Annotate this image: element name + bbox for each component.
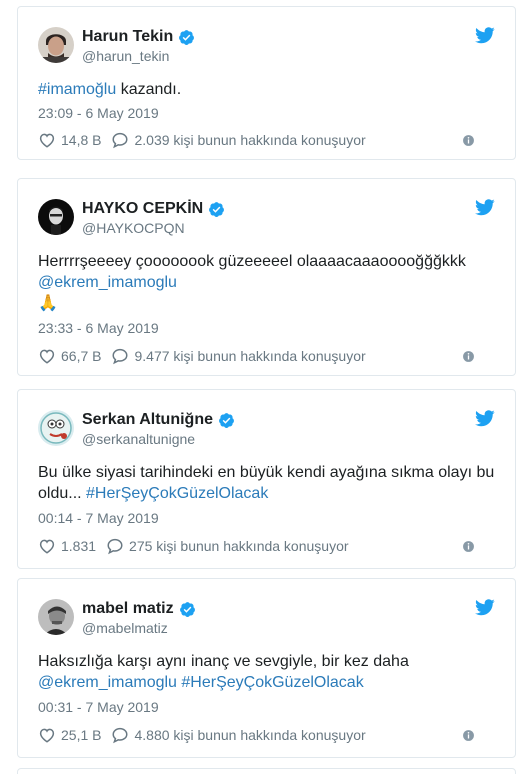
verified-badge-icon xyxy=(179,601,196,618)
hashtag-link[interactable]: #HerŞeyÇokGüzelOlacak xyxy=(181,674,363,691)
info-icon[interactable] xyxy=(462,134,475,147)
tweet-card[interactable]: mabel matiz @mabelmatiz Haksızlığa karşı… xyxy=(17,578,516,758)
tweet-actions: 66,7 B 9.477 kişi bunun hakkında konuşuy… xyxy=(38,347,495,365)
tweet-timestamp[interactable]: 00:14 - 7 May 2019 xyxy=(38,510,159,526)
author-handle[interactable]: @mabelmatiz xyxy=(82,620,168,636)
reply-button[interactable]: 4.880 kişi bunun hakkında konuşuyor xyxy=(111,726,366,744)
like-button[interactable]: 66,7 B xyxy=(38,347,101,365)
tweet-actions: 25,1 B 4.880 kişi bunun hakkında konuşuy… xyxy=(38,726,495,744)
heart-icon xyxy=(38,347,56,365)
tweet-text: Bu ülke siyasi tarihindeki en büyük kend… xyxy=(38,462,495,504)
tweet-actions: 1.831 275 kişi bunun hakkında konuşuyor xyxy=(38,537,495,555)
conversation-count: 9.477 kişi bunun hakkında konuşuyor xyxy=(134,348,366,364)
hashtag-link[interactable]: #HerŞeyÇokGüzelOlacak xyxy=(86,485,268,502)
heart-icon xyxy=(38,537,56,555)
author-handle[interactable]: @harun_tekin xyxy=(82,48,169,64)
reply-button[interactable]: 275 kişi bunun hakkında konuşuyor xyxy=(106,537,349,555)
author-handle[interactable]: @HAYKOCPQN xyxy=(82,220,185,236)
tweet-timestamp[interactable]: 23:09 - 6 May 2019 xyxy=(38,105,159,121)
tweet-card[interactable]: Serkan Altuniğne @serkanaltunigne Bu ülk… xyxy=(17,389,516,569)
twitter-bird-icon[interactable] xyxy=(475,410,495,427)
author-name[interactable]: Harun Tekin xyxy=(82,28,173,46)
conversation-count: 275 kişi bunun hakkında konuşuyor xyxy=(129,538,349,554)
tweet-text-body: kazandı. xyxy=(116,81,182,98)
like-count: 14,8 B xyxy=(61,132,102,148)
heart-icon xyxy=(38,726,56,744)
conversation-count: 4.880 kişi bunun hakkında konuşuyor xyxy=(134,727,366,743)
reply-button[interactable]: 2.039 kişi bunun hakkında konuşuyor xyxy=(111,131,366,149)
tweet-card[interactable]: Harun Tekin @harun_tekin #imamoğlu kazan… xyxy=(17,6,516,160)
mention-link[interactable]: @ekrem_imamoglu xyxy=(38,674,177,691)
like-count: 25,1 B xyxy=(61,727,102,743)
author-name[interactable]: Serkan Altuniğne xyxy=(82,411,213,429)
tweet-card[interactable]: HAYKO CEPKİN @HAYKOCPQN Herrrrşeeeey çoo… xyxy=(17,178,516,376)
mention-link[interactable]: @ekrem_imamoglu xyxy=(38,274,177,291)
reply-icon xyxy=(111,726,129,744)
like-button[interactable]: 25,1 B xyxy=(38,726,101,744)
tweet-text: Haksızlığa karşı aynı inanç ve sevgiyle,… xyxy=(38,651,495,693)
tweet-text-body: Haksızlığa karşı aynı inanç ve sevgiyle,… xyxy=(38,653,409,670)
reply-button[interactable]: 9.477 kişi bunun hakkında konuşuyor xyxy=(111,347,366,365)
tweet-text-body: Bu ülke siyasi tarihindeki en büyük kend… xyxy=(38,464,495,481)
avatar[interactable] xyxy=(38,27,74,63)
hashtag-link[interactable]: #imamoğlu xyxy=(38,81,116,98)
avatar[interactable] xyxy=(38,599,74,635)
tweet-actions: 14,8 B 2.039 kişi bunun hakkında konuşuy… xyxy=(38,131,495,149)
like-count: 66,7 B xyxy=(61,348,102,364)
reply-icon xyxy=(111,131,129,149)
like-button[interactable]: 14,8 B xyxy=(38,131,101,149)
tweet-text-body: oldu... xyxy=(38,485,87,502)
avatar[interactable] xyxy=(38,199,74,235)
verified-badge-icon xyxy=(178,29,195,46)
info-icon[interactable] xyxy=(462,540,475,553)
info-icon[interactable] xyxy=(462,350,475,363)
tweet-timestamp[interactable]: 23:33 - 6 May 2019 xyxy=(38,320,159,336)
like-button[interactable]: 1.831 xyxy=(38,537,96,555)
conversation-count: 2.039 kişi bunun hakkında konuşuyor xyxy=(134,132,366,148)
tweet-text: #imamoğlu kazandı. xyxy=(38,79,495,100)
verified-badge-icon xyxy=(208,201,225,218)
like-count: 1.831 xyxy=(61,538,97,554)
tweet-text-body: Herrrrşeeeey çoooooook güzeeeeel olaaaac… xyxy=(38,253,466,270)
twitter-bird-icon[interactable] xyxy=(475,599,495,616)
reply-icon xyxy=(111,347,129,365)
tweet-timestamp[interactable]: 00:31 - 7 May 2019 xyxy=(38,699,159,715)
verified-badge-icon xyxy=(218,412,235,429)
heart-icon xyxy=(38,131,56,149)
author-handle[interactable]: @serkanaltunigne xyxy=(82,431,195,447)
reply-icon xyxy=(106,537,124,555)
twitter-bird-icon[interactable] xyxy=(475,27,495,44)
tweet-text: Herrrrşeeeey çoooooook güzeeeeel olaaaac… xyxy=(38,251,495,314)
tweet-card[interactable] xyxy=(17,768,516,774)
info-icon[interactable] xyxy=(462,729,475,742)
emoji: 🙏 xyxy=(38,295,58,312)
author-name[interactable]: HAYKO CEPKİN xyxy=(82,200,203,218)
twitter-bird-icon[interactable] xyxy=(475,199,495,216)
author-name[interactable]: mabel matiz xyxy=(82,600,174,618)
avatar[interactable] xyxy=(38,410,74,446)
